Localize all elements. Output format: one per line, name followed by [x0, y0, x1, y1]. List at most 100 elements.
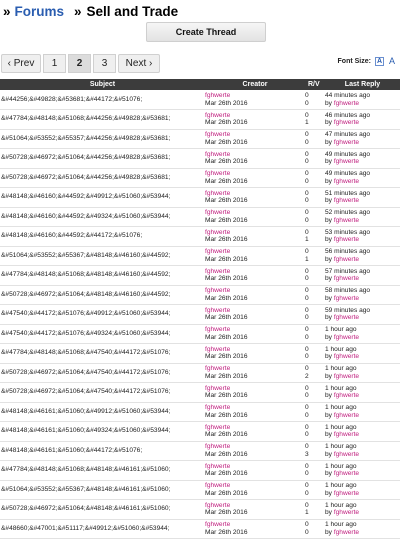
thread-subject-link[interactable]: &#47784;&#48148;&#51068;&#47540;&#44172;…	[1, 349, 170, 356]
thread-subject-link[interactable]: &#48148;&#46161;&#51060;&#49324;&#51060;…	[1, 427, 170, 434]
thread-subject-link[interactable]: &#48660;&#47001;&#51117;&#49912;&#51060;…	[1, 525, 169, 532]
last-reply-user-link[interactable]: fghwerte	[334, 353, 359, 360]
created-date: Mar 26th 2016	[205, 158, 248, 166]
font-size-label: Font Size:	[337, 57, 371, 65]
last-reply-user-link[interactable]: fghwerte	[334, 256, 359, 263]
subject-column-header[interactable]: Subject	[0, 79, 205, 90]
last-reply-user-link[interactable]: fghwerte	[334, 139, 359, 146]
last-reply-column-header[interactable]: Last Reply	[325, 79, 400, 90]
page-2-button[interactable]: 2	[68, 54, 91, 73]
by-label: by	[325, 158, 332, 166]
creator-link[interactable]: fghwerte	[205, 170, 305, 178]
thread-creator-cell: fghwerte Mar 26th 2016	[205, 285, 305, 305]
creator-link[interactable]: fghwerte	[205, 307, 305, 315]
last-reply-user-link[interactable]: fghwerte	[334, 217, 359, 224]
creator-link[interactable]: fghwerte	[205, 424, 305, 432]
creator-link[interactable]: fghwerte	[205, 365, 305, 373]
creator-link[interactable]: fghwerte	[205, 404, 305, 412]
last-reply-user-link[interactable]: fghwerte	[334, 275, 359, 282]
thread-last-reply-cell: 1 hour ago by fghwerte	[325, 500, 400, 520]
creator-link[interactable]: fghwerte	[205, 482, 305, 490]
last-reply-user-link[interactable]: fghwerte	[334, 158, 359, 165]
thread-subject-link[interactable]: &#44256;&#49828;&#53681;&#44172;&#51076;	[1, 96, 142, 103]
creator-link[interactable]: fghwerte	[205, 131, 305, 139]
thread-subject-link[interactable]: &#47784;&#48148;&#51068;&#44256;&#49828;…	[1, 115, 170, 122]
creator-link[interactable]: fghwerte	[205, 443, 305, 451]
last-reply-user-link[interactable]: fghwerte	[334, 529, 359, 536]
thread-subject-link[interactable]: &#48148;&#46161;&#51060;&#44172;&#51076;	[1, 447, 142, 454]
last-reply-user-link[interactable]: fghwerte	[334, 314, 359, 321]
creator-link[interactable]: fghwerte	[205, 346, 305, 354]
create-thread-button[interactable]: Create Thread	[146, 22, 266, 42]
thread-creator-cell: fghwerte Mar 26th 2016	[205, 461, 305, 481]
creator-link[interactable]: fghwerte	[205, 463, 305, 471]
thread-subject-cell: &#47540;&#44172;&#51076;&#49324;&#51060;…	[0, 324, 205, 344]
creator-link[interactable]: fghwerte	[205, 268, 305, 276]
page-1-button[interactable]: 1	[43, 54, 66, 73]
thread-subject-link[interactable]: &#50728;&#46972;&#51064;&#44256;&#49828;…	[1, 174, 170, 181]
last-reply-user-link[interactable]: fghwerte	[334, 197, 359, 204]
last-reply-user-link[interactable]: fghwerte	[334, 236, 359, 243]
thread-subject-link[interactable]: &#50728;&#46972;&#51064;&#47540;&#44172;…	[1, 388, 170, 395]
creator-link[interactable]: fghwerte	[205, 502, 305, 510]
last-reply-user-link[interactable]: fghwerte	[334, 412, 359, 419]
view-count: 0	[305, 528, 309, 536]
thread-table: Subject Creator R/V Last Reply &#44256;&…	[0, 79, 400, 539]
font-size-large-button[interactable]: A	[389, 56, 395, 66]
thread-subject-cell: &#47784;&#48148;&#51068;&#48148;&#46160;…	[0, 266, 205, 286]
thread-subject-link[interactable]: &#47540;&#44172;&#51076;&#49324;&#51060;…	[1, 330, 170, 337]
creator-link[interactable]: fghwerte	[205, 112, 305, 120]
created-date: Mar 26th 2016	[205, 509, 248, 517]
thread-subject-link[interactable]: &#50728;&#46972;&#51064;&#48148;&#46161;…	[1, 505, 170, 512]
font-size-small-button[interactable]: A	[374, 56, 384, 66]
thread-subject-cell: &#50728;&#46972;&#51064;&#48148;&#46161;…	[0, 500, 205, 520]
thread-subject-link[interactable]: &#47784;&#48148;&#51068;&#48148;&#46160;…	[1, 271, 170, 278]
creator-link[interactable]: fghwerte	[205, 385, 305, 393]
last-reply-time: 57 minutes ago	[325, 267, 371, 275]
forums-link[interactable]: Forums	[15, 4, 65, 19]
prev-page-button[interactable]: ‹ Prev	[1, 54, 41, 73]
last-reply-user-link[interactable]: fghwerte	[334, 470, 359, 477]
last-reply-user-link[interactable]: fghwerte	[334, 490, 359, 497]
created-date: Mar 26th 2016	[205, 138, 248, 146]
creator-link[interactable]: fghwerte	[205, 209, 305, 217]
creator-link[interactable]: fghwerte	[205, 248, 305, 256]
last-reply-user-link[interactable]: fghwerte	[334, 178, 359, 185]
last-reply-user-link[interactable]: fghwerte	[334, 295, 359, 302]
thread-subject-link[interactable]: &#50728;&#46972;&#51064;&#47540;&#44172;…	[1, 369, 170, 376]
creator-column-header[interactable]: Creator	[205, 79, 305, 90]
thread-subject-link[interactable]: &#47784;&#48148;&#51068;&#48148;&#46161;…	[1, 466, 170, 473]
page-3-button[interactable]: 3	[93, 54, 116, 73]
creator-link[interactable]: fghwerte	[205, 521, 305, 529]
thread-subject-link[interactable]: &#47540;&#44172;&#51076;&#49912;&#51060;…	[1, 310, 170, 317]
table-row: &#47784;&#48148;&#51068;&#48148;&#46161;…	[0, 461, 400, 481]
last-reply-user-link[interactable]: fghwerte	[334, 451, 359, 458]
last-reply-user-link[interactable]: fghwerte	[334, 373, 359, 380]
thread-subject-link[interactable]: &#48148;&#46160;&#44592;&#49324;&#51060;…	[1, 213, 170, 220]
last-reply-user-link[interactable]: fghwerte	[334, 392, 359, 399]
thread-creator-cell: fghwerte Mar 26th 2016	[205, 188, 305, 208]
last-reply-user-link[interactable]: fghwerte	[334, 431, 359, 438]
thread-subject-link[interactable]: &#51064;&#53552;&#55357;&#44256;&#49828;…	[1, 135, 170, 142]
creator-link[interactable]: fghwerte	[205, 229, 305, 237]
thread-subject-link[interactable]: &#51064;&#53552;&#55367;&#48148;&#46160;…	[1, 252, 170, 259]
creator-link[interactable]: fghwerte	[205, 287, 305, 295]
thread-rv-cell: 00	[305, 168, 325, 188]
creator-link[interactable]: fghwerte	[205, 326, 305, 334]
creator-link[interactable]: fghwerte	[205, 92, 305, 100]
last-reply-user-link[interactable]: fghwerte	[334, 119, 359, 126]
thread-subject-link[interactable]: &#50728;&#46972;&#51064;&#48148;&#46160;…	[1, 291, 170, 298]
thread-subject-link[interactable]: &#48148;&#46161;&#51060;&#49912;&#51060;…	[1, 408, 170, 415]
rv-column-header[interactable]: R/V	[305, 79, 325, 90]
last-reply-user-link[interactable]: fghwerte	[334, 509, 359, 516]
last-reply-user-link[interactable]: fghwerte	[334, 334, 359, 341]
creator-link[interactable]: fghwerte	[205, 190, 305, 198]
last-reply-user-link[interactable]: fghwerte	[334, 100, 359, 107]
thread-subject-link[interactable]: &#48148;&#46160;&#44592;&#49912;&#51060;…	[1, 193, 170, 200]
thread-subject-link[interactable]: &#48148;&#46160;&#44592;&#44172;&#51076;	[1, 232, 142, 239]
thread-subject-link[interactable]: &#50728;&#46972;&#51064;&#44256;&#49828;…	[1, 154, 170, 161]
next-page-button[interactable]: Next ›	[118, 54, 160, 73]
by-label: by	[325, 197, 332, 205]
creator-link[interactable]: fghwerte	[205, 151, 305, 159]
thread-subject-link[interactable]: &#51064;&#53552;&#55367;&#48148;&#46161;…	[1, 486, 170, 493]
